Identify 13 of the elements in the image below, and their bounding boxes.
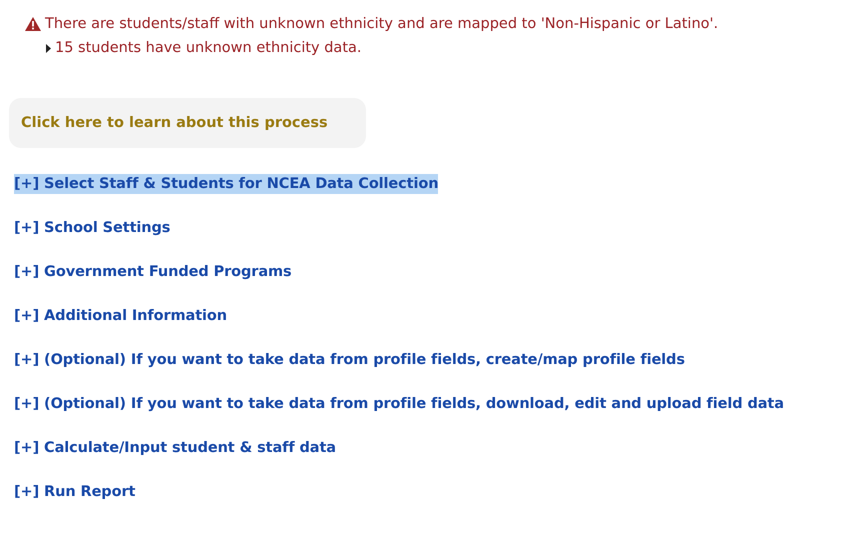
- section-toggle-link[interactable]: [+] (Optional) If you want to take data from profile fields, download, edit and upload field data: [14, 394, 784, 414]
- section-toggle-link[interactable]: [+] Additional Information: [14, 306, 228, 326]
- warning-message: There are students/staff with unknown ethnicity and are mapped to 'Non-Hispanic or Latino'.: [45, 16, 718, 32]
- section-toggle-link[interactable]: [+] Select Staff & Students for NCEA Data Collection: [14, 174, 438, 194]
- section-toggle-link[interactable]: [+] (Optional) If you want to take data from profile fields, create/map profile fields: [14, 350, 685, 370]
- warning-detail: 15 students have unknown ethnicity data.: [55, 40, 362, 56]
- section-toggle-link[interactable]: [+] School Settings: [14, 218, 170, 238]
- section-toggle-link[interactable]: [+] Government Funded Programs: [14, 262, 292, 282]
- warning-icon: [25, 17, 41, 31]
- caret-icon: [46, 44, 51, 52]
- section-toggle-link[interactable]: [+] Calculate/Input student & staff data: [14, 438, 336, 458]
- learn-link[interactable]: Click here to learn about this process: [9, 98, 366, 148]
- section-toggle-link[interactable]: [+] Run Report: [14, 482, 136, 502]
